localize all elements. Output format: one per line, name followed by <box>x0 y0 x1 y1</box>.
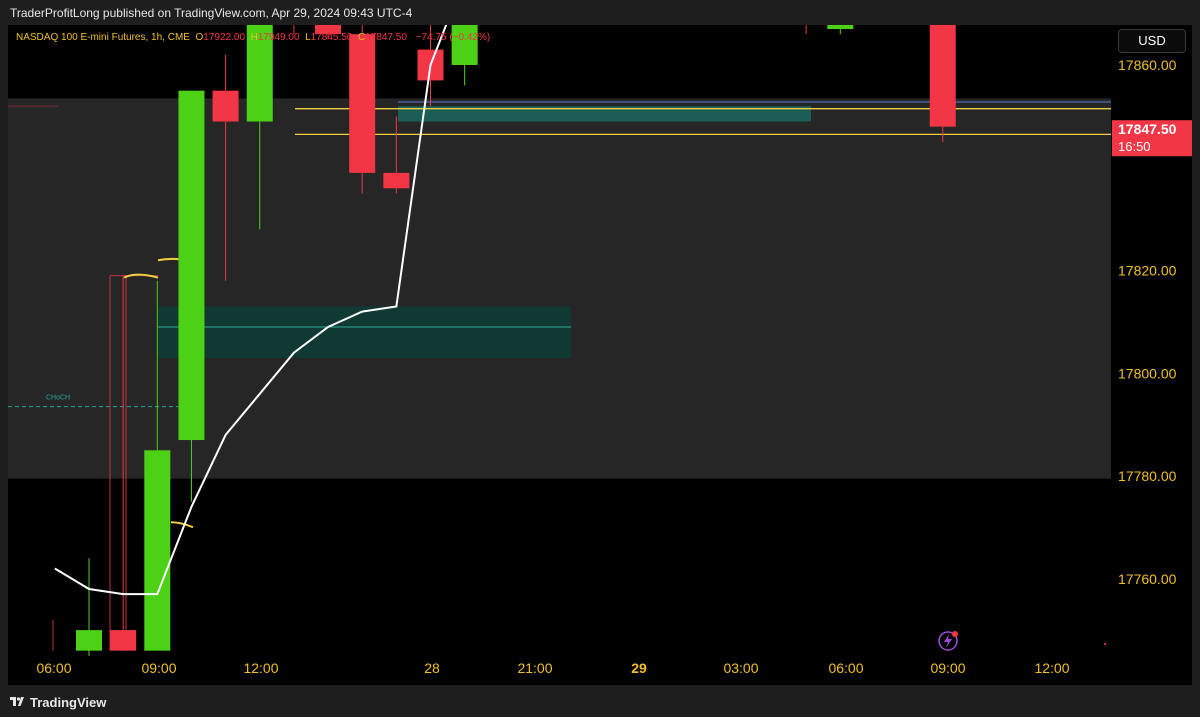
x-tick-label: 21:00 <box>517 660 552 676</box>
countdown-label: 16:50 <box>1118 139 1151 154</box>
open-value: 17922.00 <box>203 32 246 43</box>
last-price-label: 17847.50 <box>1118 121 1177 137</box>
swing-marker-3 <box>170 521 194 529</box>
lightning-icon <box>938 631 958 651</box>
symbol-name: NASDAQ 100 E-mini Futures, 1h, CME <box>16 32 190 43</box>
x-tick-label: 09:00 <box>141 660 176 676</box>
fvg-box-lower <box>158 306 571 358</box>
x-tick-label: 28 <box>424 660 440 676</box>
candle-down <box>212 90 239 122</box>
attribution-text: TraderProfitLong published on TradingVie… <box>10 6 413 20</box>
candle-up <box>178 90 205 441</box>
candle-up <box>827 0 854 30</box>
currency-button[interactable]: USD <box>1118 29 1186 53</box>
attribution-bar: TraderProfitLong published on TradingVie… <box>0 0 1200 25</box>
y-tick-label: 17860.00 <box>1118 57 1177 73</box>
x-tick-label: 06:00 <box>36 660 71 676</box>
y-tick-label: 17820.00 <box>1118 263 1177 279</box>
candle-up <box>76 630 102 651</box>
close-value: 17847.50 <box>365 32 407 43</box>
candle-down <box>929 0 956 127</box>
x-tick-label: 09:00 <box>930 660 965 676</box>
tradingview-logo-icon <box>10 697 24 706</box>
y-tick-label: 17780.00 <box>1118 468 1177 484</box>
chart-area[interactable]: BOSCHoCH17960.0017940.0017920.0017900.00… <box>8 0 1192 685</box>
candle-up <box>451 0 478 65</box>
candle-up <box>144 450 171 651</box>
y-tick-label: 17800.00 <box>1118 365 1177 381</box>
x-tick-label: 06:00 <box>828 660 863 676</box>
price-chart[interactable]: BOSCHoCH17960.0017940.0017920.0017900.00… <box>8 0 1192 685</box>
low-value: 17845.50 <box>310 32 353 43</box>
symbol-legend: NASDAQ 100 E-mini Futures, 1h, CME O1792… <box>16 32 490 43</box>
x-tick-label: 03:00 <box>723 660 758 676</box>
x-tick-label: 29 <box>631 660 647 676</box>
x-tick-label: 12:00 <box>1034 660 1069 676</box>
supply-demand-zone <box>8 98 1111 479</box>
x-tick-label: 12:00 <box>243 660 278 676</box>
candle-down <box>383 172 410 189</box>
y-tick-label: 17760.00 <box>1118 571 1177 587</box>
lightning-icon-bolt <box>944 634 952 648</box>
notification-dot <box>952 631 958 637</box>
tradingview-brand: TradingView <box>30 695 107 710</box>
footer-bar: TradingView <box>0 685 1200 717</box>
candle-down <box>349 34 376 173</box>
change-value: −74.75 (−0.42%) <box>415 32 491 43</box>
small-dot <box>1103 642 1107 646</box>
candle-down <box>110 630 137 651</box>
choch-label: CHoCH <box>46 395 70 402</box>
high-label: H <box>250 32 258 43</box>
high-value: 17949.00 <box>257 32 300 43</box>
